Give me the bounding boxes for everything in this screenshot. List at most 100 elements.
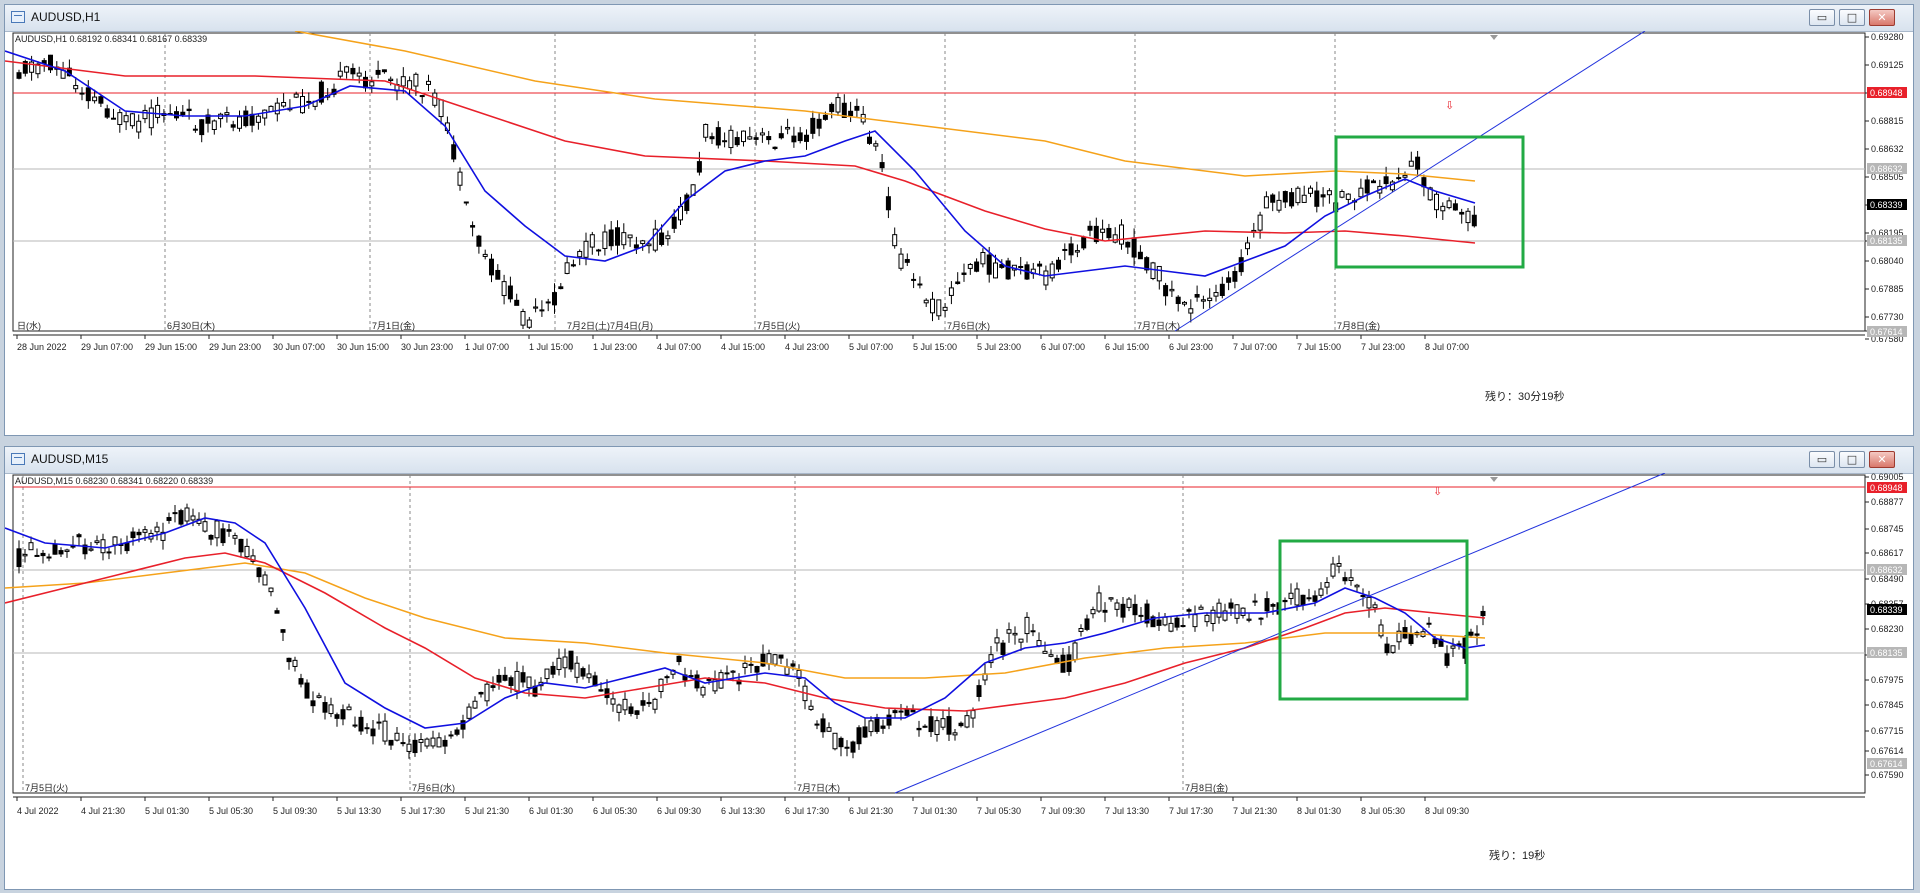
window-titlebar[interactable]: AUDUSD,H1 ▭ □ ✕ (5, 5, 1913, 32)
candle-body (58, 550, 64, 555)
candle-body (1364, 179, 1370, 194)
candle-body (1090, 609, 1096, 615)
candle-body (1474, 633, 1480, 636)
candle-body (1434, 193, 1439, 211)
window-titlebar[interactable]: AUDUSD,M15 ▭ □ ✕ (5, 447, 1913, 474)
price-badge-label: 0.68632 (1870, 565, 1903, 575)
time-axis-label: 29 Jun 23:00 (209, 342, 261, 352)
candle-body (742, 662, 748, 668)
candle-body (514, 670, 520, 692)
time-axis-label: 5 Jul 09:30 (273, 806, 317, 816)
candle-body (1102, 609, 1108, 613)
candle-body (356, 72, 362, 77)
candle-body (778, 133, 784, 139)
chart-canvas[interactable]: ⇩ 0.69280 0.69125 0.68948 0.68815 0.68632 0.68… (5, 31, 1913, 435)
candle-body (1137, 251, 1143, 260)
trend-line[interactable] (1174, 31, 1646, 332)
shift-marker-icon[interactable] (1490, 477, 1498, 482)
candle-body (608, 229, 614, 247)
price-badge-label: 0.68948 (1870, 88, 1903, 98)
window-title: AUDUSD,H1 (31, 10, 101, 24)
candle-body (418, 739, 424, 743)
time-axis-label: 8 Jul 05:30 (1361, 806, 1405, 816)
candle-body (1182, 301, 1187, 305)
candle-body (180, 111, 186, 116)
candle-body (772, 146, 778, 149)
close-button[interactable]: ✕ (1869, 9, 1895, 26)
time-axis-label: 7 Jul 23:00 (1361, 342, 1405, 352)
time-axis-label: 6 Jul 05:30 (593, 806, 637, 816)
candle-body (829, 103, 835, 113)
candle-body (850, 741, 856, 753)
candle-body (747, 136, 753, 140)
candle-body (286, 657, 292, 663)
price-axis-label: 0.68815 (1871, 116, 1904, 126)
price-chart-h1[interactable]: ⇩ 0.69280 0.69125 0.68948 0.68815 0.68632 0.68… (5, 31, 1913, 435)
candle-body (602, 231, 608, 249)
candle-body (1108, 597, 1114, 600)
maximize-button[interactable]: □ (1839, 451, 1865, 468)
candle-body (1000, 642, 1006, 655)
candle-body (976, 685, 982, 697)
moving-average-mid (5, 552, 1486, 712)
candle-body (790, 663, 796, 667)
time-axis-label: 29 Jun 07:00 (81, 342, 133, 352)
candle-body (1138, 614, 1144, 617)
time-axis-label: 6 Jul 09:30 (657, 806, 701, 816)
price-badge-label: 0.68135 (1870, 648, 1903, 658)
candle-body (615, 227, 620, 246)
candle-body (211, 120, 217, 131)
candle-body (946, 716, 952, 735)
shift-marker-icon[interactable] (1490, 35, 1498, 40)
candle-body (898, 710, 904, 713)
candle-body (724, 672, 730, 675)
price-chart-m15[interactable]: ⇩ 0.69005 0.68877 0.68745 0.68617 0.68490 0.68… (5, 473, 1913, 889)
candle-body (490, 685, 496, 688)
candle-body (224, 112, 230, 116)
candle-body (1471, 214, 1477, 227)
price-axis-label: 0.68877 (1871, 497, 1904, 507)
candle-body (574, 662, 580, 678)
candle-body (539, 309, 545, 312)
moving-average-slow (294, 31, 1476, 182)
maximize-button[interactable]: □ (1839, 9, 1865, 26)
candle-body (104, 108, 110, 118)
candle-body (496, 674, 502, 683)
candle-body (652, 698, 658, 710)
candle-body (520, 672, 526, 683)
candle-body (1378, 624, 1384, 637)
highlight-box[interactable] (1278, 539, 1469, 701)
candle-body (1289, 192, 1295, 207)
candle-body (923, 299, 929, 304)
candle-body (640, 700, 646, 706)
close-button[interactable]: ✕ (1869, 451, 1895, 468)
candle-body (772, 654, 778, 665)
candle-body (322, 702, 328, 713)
candle-body (375, 69, 381, 75)
price-badge-label: 0.68339 (1870, 200, 1903, 210)
highlight-box[interactable] (1334, 135, 1525, 269)
candle-body (1163, 285, 1169, 297)
candle-body (1336, 563, 1342, 567)
candle-body (1252, 600, 1258, 603)
candle-body (533, 306, 539, 309)
chart-canvas[interactable]: ⇩0.690050.688770.687450.686170.684900.68… (5, 473, 1913, 889)
candle-body (1426, 622, 1432, 625)
candle-body (1330, 563, 1336, 577)
time-axis-label: 7 Jul 21:30 (1233, 806, 1277, 816)
candle-body (558, 286, 564, 290)
candle-body (1168, 622, 1174, 632)
candle-body (1194, 294, 1200, 298)
candle-body (237, 116, 242, 129)
price-axis-label: 0.67885 (1871, 284, 1904, 294)
candle-body (98, 96, 104, 104)
candle-body (1263, 196, 1269, 209)
candle-body (646, 243, 652, 247)
minimize-button[interactable]: ▭ (1809, 451, 1835, 468)
time-axis-label: 4 Jul 23:00 (785, 342, 829, 352)
candle-body (862, 726, 868, 738)
candle-body (166, 517, 172, 521)
minimize-button[interactable]: ▭ (1809, 9, 1835, 26)
candle-body (1043, 270, 1049, 286)
candle-body (980, 252, 986, 265)
